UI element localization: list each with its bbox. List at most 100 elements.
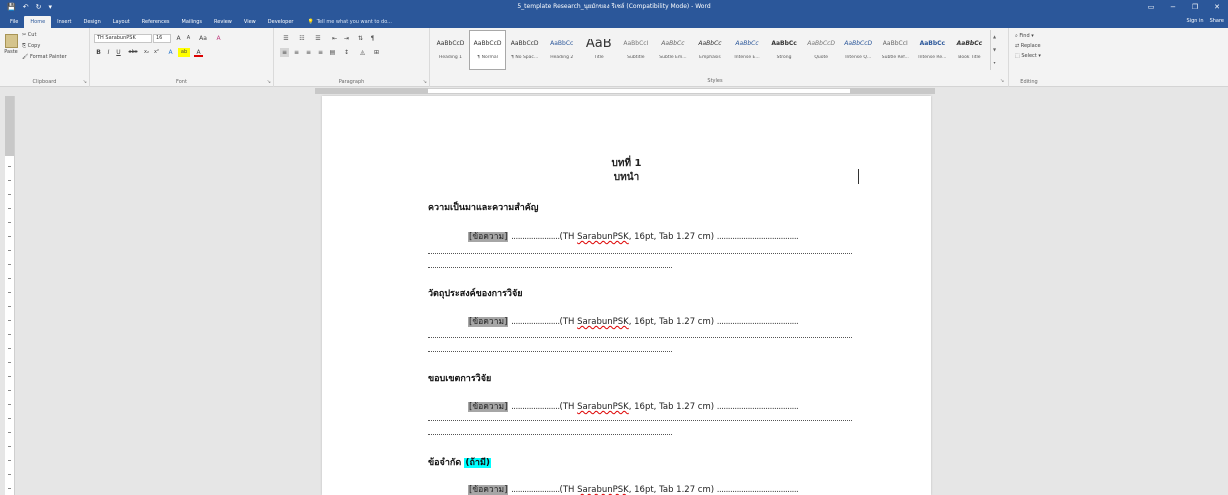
share-button[interactable]: Share bbox=[1210, 15, 1224, 27]
style-heading-1[interactable]: AaBbCcD Heading 1 bbox=[432, 30, 469, 70]
style-title[interactable]: AaB Title bbox=[580, 30, 617, 70]
group-editing: ⌕ Find ▾ ⇄ Replace ⬚ Select ▾ Editing bbox=[1008, 28, 1228, 87]
section-paragraph: [ข้อความ] ......................(TH Sara… bbox=[468, 485, 799, 495]
decrease-indent-icon[interactable]: ⇤ bbox=[330, 34, 339, 43]
style-heading-2[interactable]: AaBbCc Heading 2 bbox=[543, 30, 580, 70]
placeholder-text[interactable]: [ข้อความ] bbox=[468, 232, 509, 242]
text-effects-button[interactable]: A bbox=[166, 48, 175, 57]
subscript-button[interactable]: x₂ bbox=[142, 48, 151, 57]
superscript-button[interactable]: x² bbox=[152, 48, 161, 57]
restore-icon[interactable]: ❐ bbox=[1184, 0, 1206, 14]
horizontal-ruler[interactable] bbox=[0, 87, 1228, 96]
select-button[interactable]: ⬚ Select ▾ bbox=[1015, 52, 1041, 61]
style-intense-emphasis[interactable]: AaBbCc Intense E... bbox=[729, 30, 766, 70]
ruler-tick bbox=[8, 194, 11, 195]
undo-icon[interactable]: ↶ bbox=[23, 0, 29, 14]
tell-me-box[interactable]: 💡 Tell me what you want to do... bbox=[299, 16, 399, 28]
borders-icon[interactable]: ⊞ bbox=[372, 48, 381, 57]
save-icon[interactable]: 💾 bbox=[7, 0, 16, 14]
tab-design[interactable]: Design bbox=[77, 16, 106, 28]
underline-button[interactable]: U bbox=[114, 48, 123, 57]
line-spacing-icon[interactable]: ↕ bbox=[342, 48, 351, 57]
paragraph-launcher-icon[interactable]: ↘ bbox=[423, 79, 427, 85]
tab-mailings[interactable]: Mailings bbox=[176, 16, 209, 28]
placeholder-text[interactable]: [ข้อความ] bbox=[468, 485, 509, 495]
highlight-button[interactable]: ab bbox=[178, 48, 190, 57]
ruler-top-margin bbox=[5, 96, 14, 156]
ruler-tick bbox=[8, 348, 11, 349]
replace-button[interactable]: ⇄ Replace bbox=[1015, 42, 1041, 51]
tab-home[interactable]: Home bbox=[24, 16, 52, 28]
ruler-tick bbox=[8, 320, 11, 321]
change-case-button[interactable]: Aa bbox=[196, 34, 210, 43]
multilevel-list-icon[interactable]: ☰ bbox=[312, 34, 324, 43]
align-center-icon[interactable]: ≡ bbox=[292, 48, 301, 57]
align-left-icon[interactable]: ≡ bbox=[280, 48, 289, 57]
font-launcher-icon[interactable]: ↘ bbox=[267, 79, 271, 85]
style-normal[interactable]: AaBbCcD ¶ Normal bbox=[469, 30, 507, 70]
tab-developer[interactable]: Developer bbox=[262, 16, 300, 28]
group-font: TH SarabunPSK 16 A A Aa A B I U abc x₂ x… bbox=[90, 28, 274, 87]
shrink-font-button[interactable]: A bbox=[184, 34, 193, 43]
style-subtle-reference[interactable]: AaBbCcI Subtle Ref... bbox=[877, 30, 914, 70]
style-subtitle[interactable]: AaBbCcI Subtitle bbox=[617, 30, 654, 70]
paste-button[interactable]: Paste bbox=[3, 34, 19, 62]
increase-indent-icon[interactable]: ⇥ bbox=[342, 34, 351, 43]
tab-insert[interactable]: Insert bbox=[51, 16, 77, 28]
find-button[interactable]: ⌕ Find ▾ bbox=[1015, 32, 1034, 41]
justify-icon[interactable]: ≡ bbox=[316, 48, 325, 57]
clipboard-launcher-icon[interactable]: ↘ bbox=[83, 79, 87, 85]
ribbon-tabs: File Home Insert Design Layout Reference… bbox=[0, 14, 1228, 28]
cut-button[interactable]: ✂ Cut bbox=[22, 31, 36, 40]
numbering-icon[interactable]: ☷ bbox=[296, 34, 308, 43]
chevron-down-icon[interactable]: ▼ bbox=[991, 43, 998, 56]
tab-view[interactable]: View bbox=[238, 16, 262, 28]
bold-button[interactable]: B bbox=[94, 48, 103, 57]
style-quote[interactable]: AaBbCcD Quote bbox=[803, 30, 840, 70]
grow-font-button[interactable]: A bbox=[174, 34, 183, 43]
align-right-icon[interactable]: ≡ bbox=[304, 48, 313, 57]
paragraph-group-label: Paragraph bbox=[338, 79, 365, 85]
chevron-up-icon[interactable]: ▲ bbox=[991, 30, 998, 43]
close-icon[interactable]: ✕ bbox=[1206, 0, 1228, 14]
minimize-icon[interactable]: − bbox=[1162, 0, 1184, 14]
style-intense-reference[interactable]: AaBbCc Intense Re... bbox=[914, 30, 951, 70]
font-size-combo[interactable]: 16 bbox=[153, 34, 171, 43]
bullets-icon[interactable]: ☰ bbox=[280, 34, 292, 43]
redo-icon[interactable]: ↻ bbox=[36, 0, 42, 14]
styles-scroll[interactable]: ▲ ▼ ▾ bbox=[990, 30, 998, 70]
sign-in-link[interactable]: Sign in bbox=[1187, 15, 1204, 27]
style-subtle-emphasis[interactable]: AaBbCc Subtle Em... bbox=[654, 30, 691, 70]
vertical-ruler[interactable] bbox=[5, 96, 15, 495]
style-intense-quote[interactable]: AaBbCcD Intense Q... bbox=[840, 30, 877, 70]
styles-more-icon[interactable]: ▾ bbox=[991, 56, 998, 69]
customize-qat-icon[interactable]: ▾ bbox=[48, 0, 52, 14]
font-name-combo[interactable]: TH SarabunPSK bbox=[94, 34, 152, 43]
styles-gallery: AaBbCcD Heading 1 AaBbCcD ¶ Normal AaBbCcD… bbox=[432, 30, 988, 74]
copy-button[interactable]: ⎘ Copy bbox=[22, 42, 40, 51]
style-strong[interactable]: AaBbCc Strong bbox=[766, 30, 803, 70]
shading-icon[interactable]: ◬ bbox=[358, 48, 367, 57]
sort-icon[interactable]: ⇅ bbox=[356, 34, 365, 43]
placeholder-text[interactable]: [ข้อความ] bbox=[468, 402, 509, 412]
italic-button[interactable]: I bbox=[104, 48, 113, 57]
show-marks-icon[interactable]: ¶ bbox=[368, 34, 377, 43]
document-page[interactable]: บทที่ 1 บทนำ ความเป็นมาและความสำคัญ [ข้อ… bbox=[322, 96, 931, 495]
styles-launcher-icon[interactable]: ↘ bbox=[1000, 78, 1004, 84]
style-emphasis[interactable]: AaBbCc Emphasis bbox=[691, 30, 728, 70]
font-color-button[interactable]: A bbox=[194, 48, 203, 57]
tab-layout[interactable]: Layout bbox=[107, 16, 136, 28]
style-book-title[interactable]: AaBbCc Book Title bbox=[951, 30, 988, 70]
ribbon-display-options-icon[interactable]: ▭ bbox=[1140, 0, 1162, 14]
thai-distribute-icon[interactable]: ▤ bbox=[328, 48, 337, 57]
styles-group-label: Styles bbox=[707, 78, 723, 84]
style-no-spacing[interactable]: AaBbCcD ¶ No Spac... bbox=[506, 30, 543, 70]
ruler-tick bbox=[8, 404, 11, 405]
format-painter-button[interactable]: 🖌 Format Painter bbox=[22, 53, 67, 62]
placeholder-text[interactable]: [ข้อความ] bbox=[468, 317, 509, 327]
tab-review[interactable]: Review bbox=[208, 16, 238, 28]
tab-references[interactable]: References bbox=[136, 16, 176, 28]
strikethrough-button[interactable]: abc bbox=[126, 48, 140, 57]
clear-formatting-button[interactable]: A bbox=[214, 34, 223, 43]
tab-file[interactable]: File bbox=[4, 16, 24, 28]
